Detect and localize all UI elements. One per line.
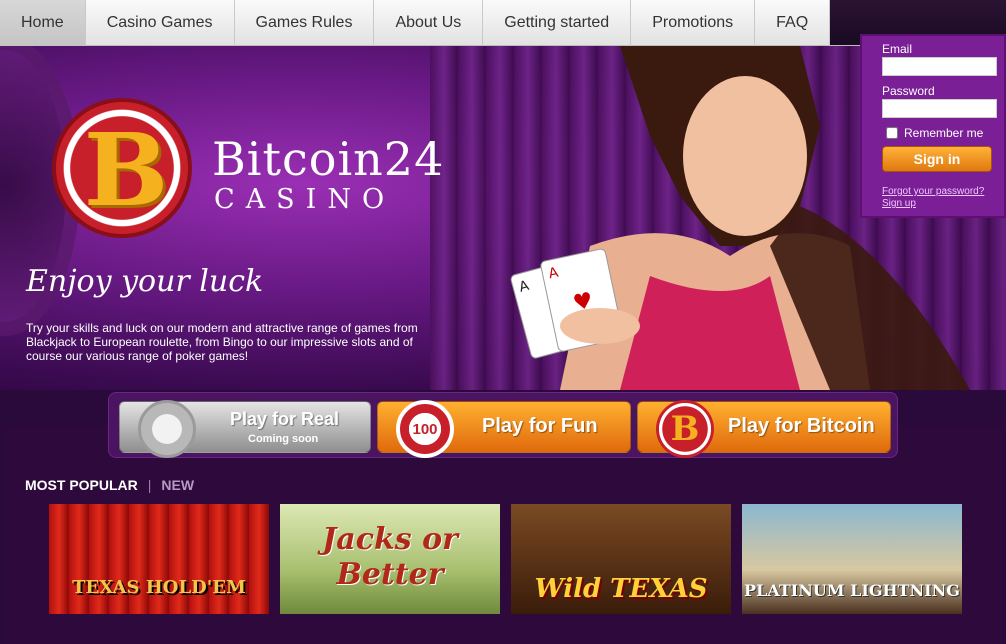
nav-games-rules[interactable]: Games Rules — [235, 0, 375, 46]
remember-me-row: Remember me — [886, 126, 1004, 140]
play-for-real-button[interactable]: Play for Real Coming soon — [119, 400, 371, 458]
hero-banner: A A ♥ B Bitcoin24 CASINO Enjoy your luck… — [0, 46, 1006, 390]
forgot-password-link[interactable]: Forgot your password? — [882, 186, 1004, 198]
game-tile-platinum-lightning[interactable]: PLATINUM LIGHTNING — [742, 504, 962, 614]
nav-about-us[interactable]: About Us — [374, 0, 484, 46]
logo-letter: B — [83, 111, 169, 229]
coming-soon-label: Coming soon — [248, 433, 319, 445]
password-field[interactable] — [882, 99, 997, 118]
nav-getting-started[interactable]: Getting started — [483, 0, 632, 46]
play-for-fun-label: Play for Fun — [482, 415, 598, 437]
hero-tagline: Enjoy your luck — [26, 264, 264, 299]
hero-intro-text: Try your skills and luck on our modern a… — [26, 321, 418, 363]
remember-me-label: Remember me — [904, 126, 984, 140]
sign-in-button[interactable]: Sign in — [882, 146, 992, 172]
tab-separator: | — [147, 477, 152, 493]
main-nav: Home Casino Games Games Rules About Us G… — [0, 0, 1006, 46]
silver-coin-icon — [138, 400, 196, 458]
login-panel: Email Password Remember me Sign in Forgo… — [860, 34, 1006, 218]
brand-title: Bitcoin24 — [212, 132, 445, 186]
game-title: Wild TEXAS — [534, 574, 708, 604]
game-title: Jacks or Better — [322, 522, 458, 592]
play-for-bitcoin-button[interactable]: B Play for Bitcoin — [637, 400, 891, 458]
play-options-bar: Play for Real Coming soon 100 Play for F… — [108, 392, 898, 458]
game-tile-texas-holdem[interactable]: TEXAS HOLD'EM — [49, 504, 269, 614]
game-title: TEXAS HOLD'EM — [72, 577, 246, 598]
sign-up-link[interactable]: Sign up — [882, 198, 1004, 210]
bitcoin24-logo-icon: B — [52, 98, 192, 238]
brand-subtitle: CASINO — [214, 184, 396, 215]
email-field[interactable] — [882, 57, 997, 76]
game-title: PLATINUM LIGHTNING — [744, 581, 960, 600]
bitcoin-chip-icon: B — [656, 400, 714, 458]
password-label: Password — [882, 84, 935, 98]
tab-most-popular[interactable]: MOST POPULAR — [25, 477, 138, 493]
games-tabs: MOST POPULAR | NEW — [25, 477, 194, 493]
play-for-real-label: Play for Real — [230, 409, 340, 429]
play-for-bitcoin-label: Play for Bitcoin — [728, 415, 875, 437]
tab-new[interactable]: NEW — [161, 477, 194, 493]
game-tile-wild-texas[interactable]: Wild TEXAS — [511, 504, 731, 614]
email-label: Email — [882, 42, 913, 56]
chip-100-icon: 100 — [396, 400, 454, 458]
play-for-fun-button[interactable]: 100 Play for Fun — [377, 400, 631, 458]
nav-faq[interactable]: FAQ — [755, 0, 831, 46]
nav-promotions[interactable]: Promotions — [631, 0, 756, 46]
nav-casino-games[interactable]: Casino Games — [86, 0, 235, 46]
game-tile-jacks-or-better[interactable]: Jacks or Better — [280, 504, 500, 614]
nav-home[interactable]: Home — [0, 0, 86, 46]
remember-me-checkbox[interactable] — [886, 127, 898, 139]
